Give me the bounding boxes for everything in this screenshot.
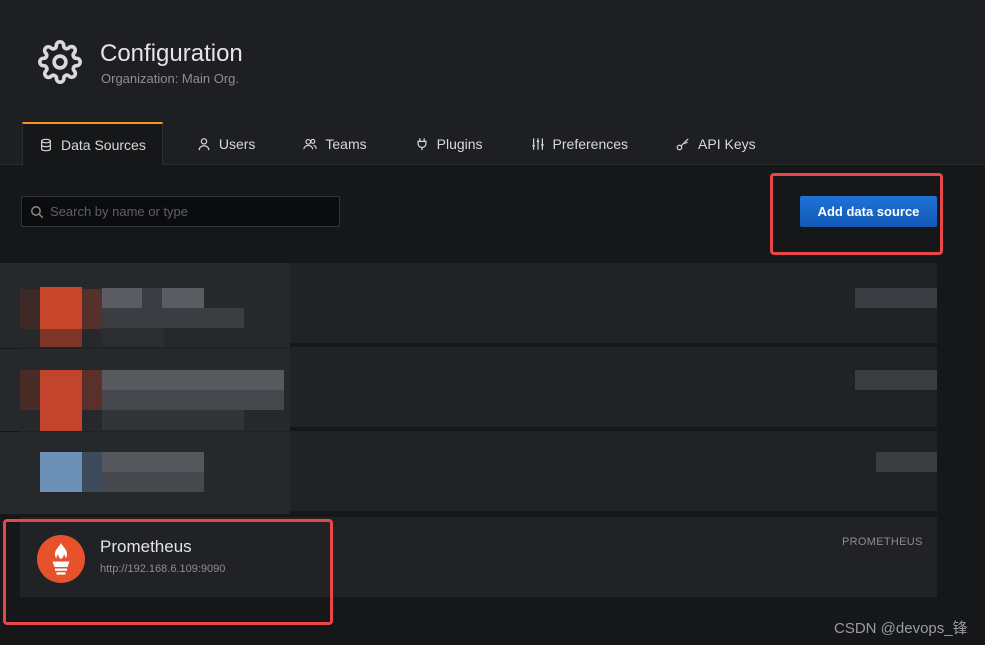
pixelated-region (855, 370, 937, 390)
search-box (21, 196, 340, 227)
datasource-name: Prometheus (100, 537, 192, 556)
datasource-type-badge: PROMETHEUS (842, 536, 923, 548)
key-icon (676, 137, 689, 150)
tab-preferences[interactable]: Preferences (515, 122, 644, 165)
tab-bar: Data Sources Users Teams Plugins Prefere… (22, 122, 772, 165)
tab-teams[interactable]: Teams (287, 122, 382, 165)
pixelated-region (876, 452, 937, 472)
tab-data-sources[interactable]: Data Sources (22, 122, 163, 165)
pixelated-region (855, 288, 937, 308)
tab-label: API Keys (698, 135, 756, 152)
page-header: Configuration Organization: Main Org. Da… (0, 0, 985, 165)
pixelated-region (0, 263, 290, 349)
search-icon (31, 205, 44, 218)
users-icon (303, 138, 318, 149)
database-icon (41, 138, 51, 151)
datasource-url: http://192.168.6.109:9090 (100, 563, 226, 575)
prometheus-icon (37, 535, 85, 583)
sliders-icon (531, 137, 544, 150)
organization-subtitle: Organization: Main Org. (101, 71, 240, 86)
pixelated-region (0, 349, 290, 432)
datasource-card-prometheus[interactable] (20, 517, 937, 597)
add-data-source-button[interactable]: Add data source (800, 196, 937, 227)
search-input[interactable] (50, 204, 330, 219)
tab-label: Users (218, 135, 256, 152)
user-icon (198, 137, 210, 150)
page-title: Configuration (100, 40, 243, 67)
tab-label: Teams (325, 135, 367, 152)
tab-label: Plugins (436, 135, 483, 152)
pixelated-region (0, 432, 290, 514)
tab-label: Preferences (552, 135, 629, 152)
tab-label: Data Sources (61, 136, 146, 153)
plug-icon (417, 137, 427, 150)
gear-icon (38, 40, 82, 84)
tab-api-keys[interactable]: API Keys (660, 122, 772, 165)
tab-plugins[interactable]: Plugins (399, 122, 499, 165)
watermark: CSDN @devops_锋 (834, 620, 968, 637)
tab-users[interactable]: Users (181, 122, 272, 165)
